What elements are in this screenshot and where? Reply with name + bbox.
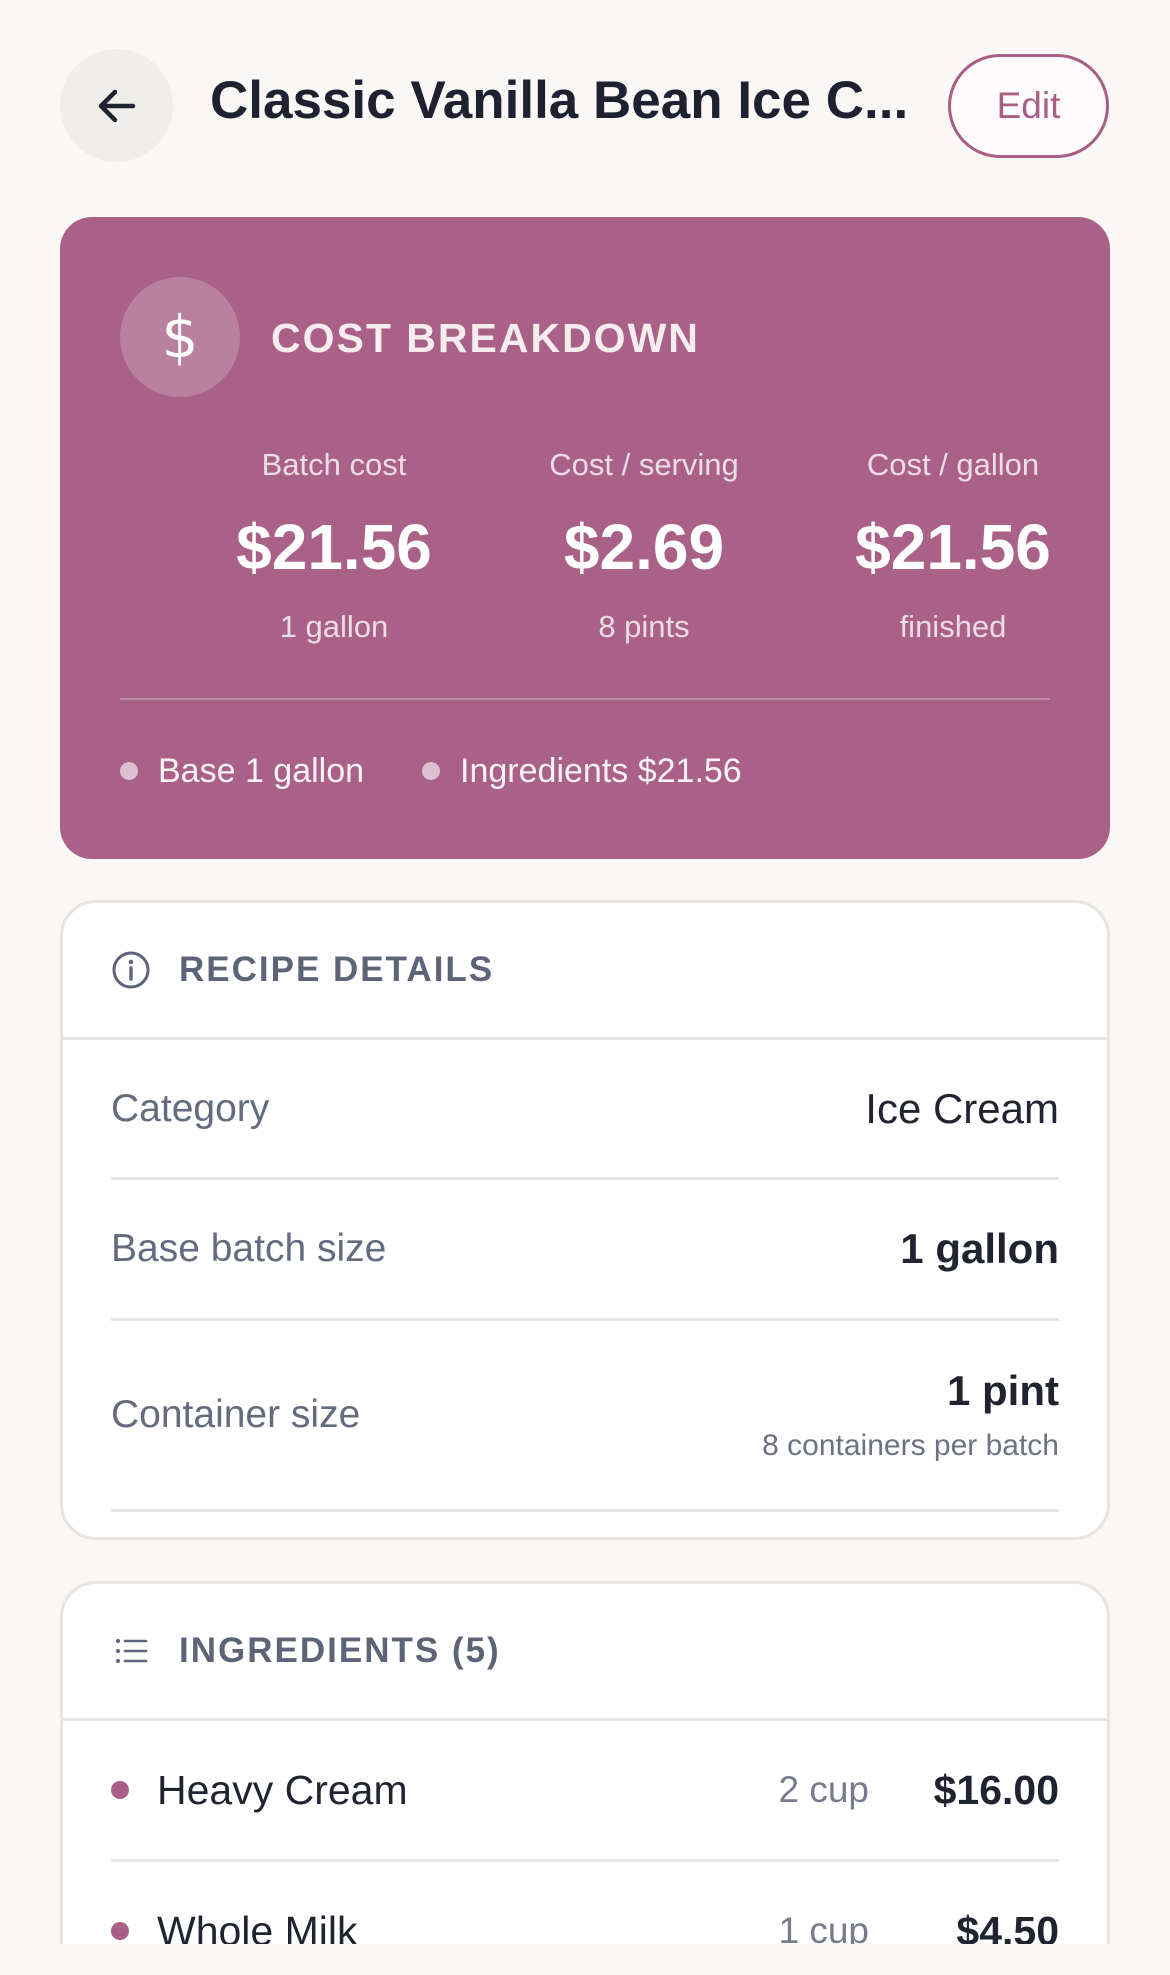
page-title: Classic Vanilla Bean Ice C... bbox=[210, 71, 909, 130]
metric-sub: 8 pints bbox=[598, 609, 690, 644]
recipe-details-header: RECIPE DETAILS bbox=[63, 903, 1107, 1040]
cost-breakdown-card: $ COST BREAKDOWN Batch cost $21.56 1 gal… bbox=[60, 217, 1110, 859]
detail-row-category: Category Ice Cream bbox=[111, 1040, 1059, 1180]
detail-value: Ice Cream bbox=[865, 1084, 1059, 1132]
detail-value: 1 gallon bbox=[900, 1225, 1059, 1272]
metric-label: Cost / serving bbox=[549, 447, 739, 482]
edit-button[interactable]: Edit bbox=[948, 54, 1109, 158]
detail-row-container-size: Container size 1 pint 8 containers per b… bbox=[111, 1321, 1059, 1512]
footer-base-label: Base 1 gallon bbox=[158, 751, 365, 790]
ingredient-name: Heavy Cream bbox=[157, 1766, 408, 1813]
footer-ingredients: Ingredients $21.56 bbox=[422, 752, 742, 791]
info-icon bbox=[112, 951, 150, 989]
cost-breakdown-heading: COST BREAKDOWN bbox=[271, 315, 700, 361]
detail-value: 1 pint bbox=[947, 1367, 1059, 1414]
back-button[interactable] bbox=[60, 49, 173, 162]
metric-value: $2.69 bbox=[563, 511, 725, 583]
recipe-details-heading: RECIPE DETAILS bbox=[179, 950, 495, 989]
cost-footer: Base 1 gallon Ingredients $21.56 bbox=[120, 749, 800, 793]
bottom-edge bbox=[0, 1944, 1170, 1975]
bullet-dot bbox=[120, 762, 138, 780]
footer-base: Base 1 gallon bbox=[120, 752, 364, 791]
arrow-left-icon bbox=[98, 89, 135, 122]
list-icon bbox=[116, 1639, 148, 1663]
recipe-detail-screen: Classic Vanilla Bean Ice C... Edit $ COS… bbox=[0, 0, 1170, 1975]
metric-label: Batch cost bbox=[261, 447, 407, 482]
metric-cost-per-serving: Cost / serving $2.69 8 pints bbox=[494, 447, 794, 645]
metric-sub: finished bbox=[899, 609, 1007, 644]
metric-sub: 1 gallon bbox=[279, 609, 389, 644]
ingredient-qty: 2 cup bbox=[778, 1769, 869, 1810]
footer-ingredients-label: Ingredients $21.56 bbox=[460, 751, 742, 790]
metric-value: $21.56 bbox=[855, 511, 1051, 583]
metric-cost-per-gallon: Cost / gallon $21.56 finished bbox=[803, 447, 1103, 645]
metric-batch-cost: Batch cost $21.56 1 gallon bbox=[184, 447, 484, 645]
metric-label: Cost / gallon bbox=[866, 447, 1040, 482]
detail-row-base-batch-size: Base batch size 1 gallon bbox=[111, 1180, 1059, 1321]
bullet-dot bbox=[422, 762, 441, 780]
ingredients-heading: INGREDIENTS (5) bbox=[179, 1631, 501, 1670]
metric-value: $21.56 bbox=[236, 511, 432, 583]
bullet-dot bbox=[111, 1922, 129, 1940]
ingredients-header: INGREDIENTS (5) bbox=[63, 1584, 1107, 1721]
dollar-icon: $ bbox=[120, 277, 240, 397]
detail-value-group: 1 pint 8 containers per batch bbox=[762, 1367, 1059, 1463]
recipe-details-card: RECIPE DETAILS Category Ice Cream Base b… bbox=[60, 900, 1110, 1540]
detail-label: Base batch size bbox=[111, 1227, 387, 1270]
detail-sub: 8 containers per batch bbox=[762, 1429, 1059, 1462]
cost-metrics: Batch cost $21.56 1 gallon Cost / servin… bbox=[60, 447, 1110, 647]
ingredients-card: INGREDIENTS (5) Heavy Cream 2 cup $16.00… bbox=[60, 1581, 1110, 1975]
ingredient-price: $16.00 bbox=[933, 1766, 1059, 1813]
divider bbox=[120, 698, 1050, 700]
ingredient-row[interactable]: Heavy Cream 2 cup $16.00 bbox=[111, 1721, 1059, 1862]
detail-label: Container size bbox=[111, 1393, 361, 1436]
bullet-dot bbox=[111, 1781, 129, 1799]
detail-label: Category bbox=[111, 1086, 270, 1130]
top-bar: Classic Vanilla Bean Ice C... Edit bbox=[0, 0, 1170, 210]
